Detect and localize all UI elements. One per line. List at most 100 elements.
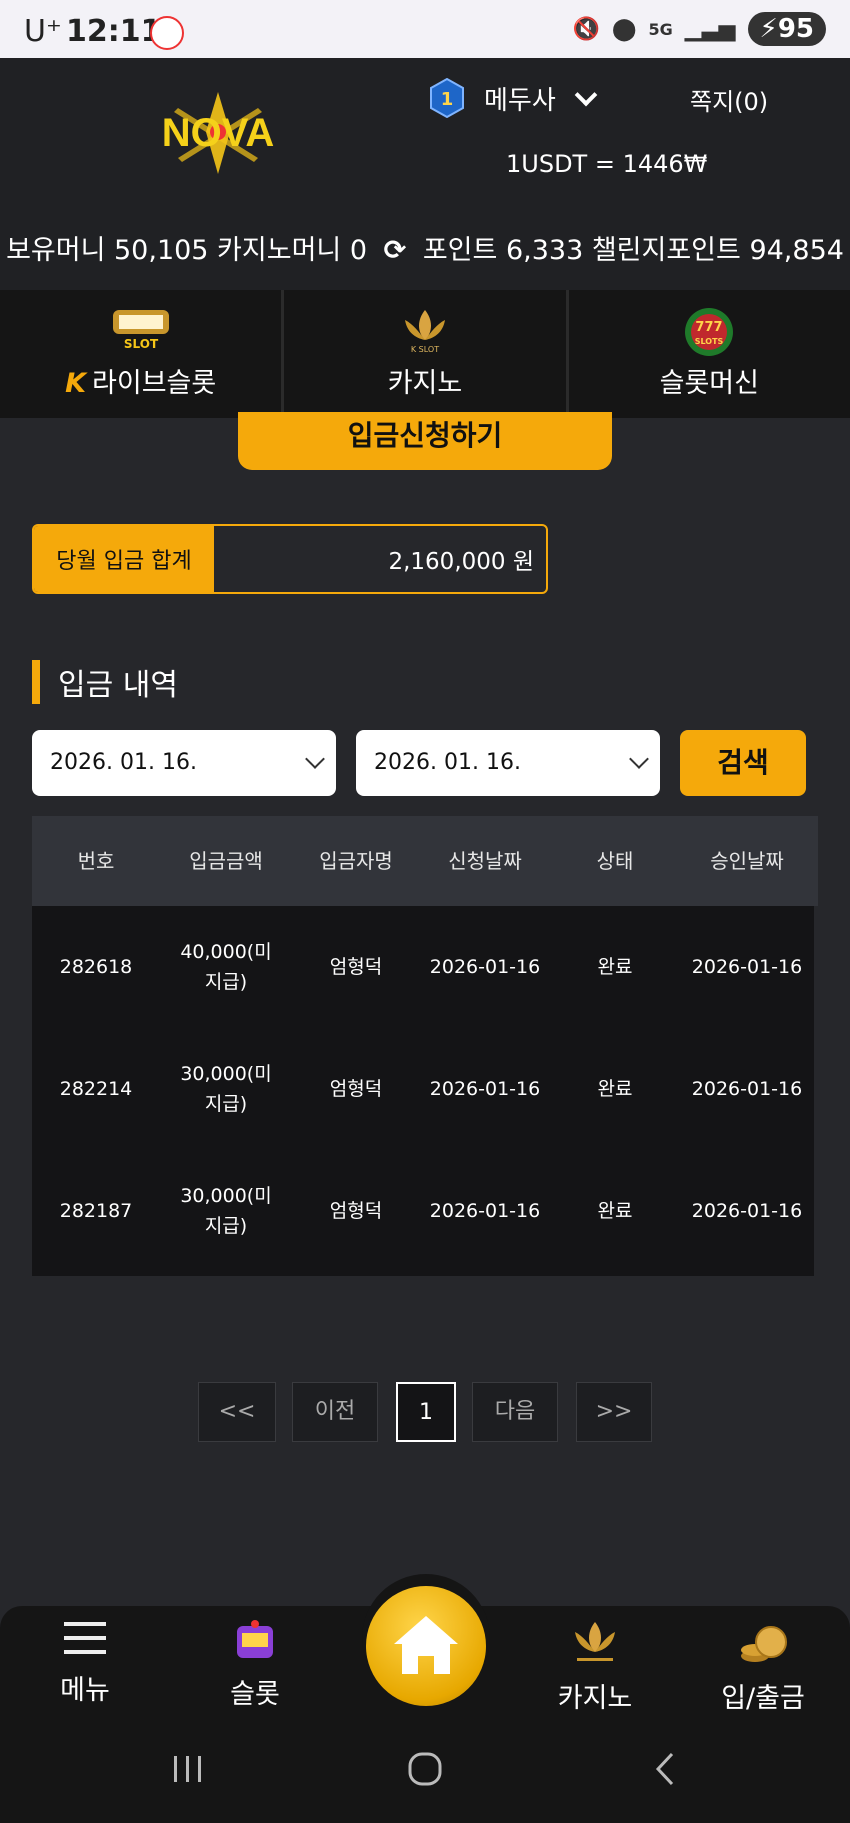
next-page-button[interactable]: 다음 <box>472 1382 558 1442</box>
cell-approval-date: 2026-01-16 <box>691 955 803 978</box>
cell-depositor: 엄형덕 <box>329 955 383 978</box>
nav-label: 슬롯 <box>230 1679 280 1710</box>
back-icon[interactable] <box>650 1750 680 1788</box>
k-prefix-icon: K <box>65 368 87 399</box>
page-title: 입금 내역 <box>58 668 178 703</box>
first-page-button[interactable]: << <box>198 1382 276 1442</box>
date-to-select[interactable]: 2026. 01. 16. <box>356 730 660 796</box>
column-header: 승인날짜 <box>710 849 784 873</box>
tab-live-slot[interactable]: SLOT K 라이브슬롯 <box>0 290 285 418</box>
nav-menu[interactable]: 메뉴 <box>25 1618 145 1707</box>
date-from-select[interactable]: 2026. 01. 16. <box>32 730 336 796</box>
slot-machine-icon <box>237 1620 273 1658</box>
status-icons: 🔇 ⬤ 5G ▁▃▅ ⚡95 <box>572 12 826 46</box>
cell-status: 완료 <box>597 955 633 978</box>
slot-machine-icon: SLOT <box>112 310 169 351</box>
rank-badge-icon: 1 <box>430 78 464 118</box>
status-bar: U⁺ 12:11 🔇 ⬤ 5G ▁▃▅ ⚡95 <box>0 0 850 58</box>
casino-icon-text: K SLOT <box>411 345 439 354</box>
svg-text:777: 777 <box>696 320 723 335</box>
tab-label: 카지노 <box>387 368 463 399</box>
carrier-label: U⁺ <box>24 14 62 49</box>
section-marker <box>32 660 40 704</box>
battery-indicator: ⚡95 <box>747 12 826 46</box>
nav-slot[interactable]: 슬롯 <box>195 1618 315 1711</box>
clock: 12:11 <box>66 14 162 49</box>
monthly-total-value: 2,160,000 원 <box>388 549 534 575</box>
slot-icon-text: SLOT <box>124 337 159 351</box>
lotus-casino-icon <box>575 1622 615 1661</box>
usdt-rate: 1USDT = 1446₩ <box>506 150 708 178</box>
chevron-down-icon <box>574 83 598 107</box>
cell-id: 282187 <box>59 1199 133 1222</box>
notification-app-icon <box>150 16 184 50</box>
cell-status: 완료 <box>597 1199 633 1222</box>
cell-id: 282214 <box>59 1077 133 1100</box>
tab-label: 슬롯머신 <box>659 368 759 399</box>
chevron-down-icon <box>629 749 649 769</box>
nav-label: 입/출금 <box>721 1683 805 1714</box>
deposit-request-button[interactable]: 입금신청하기 <box>238 412 612 470</box>
tab-slot-machine[interactable]: 777 SLOTS 슬롯머신 <box>569 290 850 418</box>
table-row: 282214 30,000(미지급) 엄형덕 2026-01-16 완료 202… <box>32 1028 814 1150</box>
rank-number: 1 <box>441 89 454 110</box>
cell-amount: 40,000(미지급) <box>180 940 272 993</box>
cell-amount: 30,000(미지급) <box>180 1184 272 1237</box>
monthly-total-label: 당월 입금 합계 <box>34 526 214 592</box>
cell-depositor: 엄형덕 <box>329 1077 383 1100</box>
tab-casino[interactable]: K SLOT 카지노 <box>284 290 569 418</box>
cell-status: 완료 <box>597 1077 633 1100</box>
cell-approval-date: 2026-01-16 <box>691 1199 803 1222</box>
nova-logo[interactable]: NOVA <box>138 88 298 178</box>
column-header: 입금금액 <box>189 849 263 873</box>
refresh-icon[interactable]: ⟳ <box>384 235 407 266</box>
cell-approval-date: 2026-01-16 <box>691 1077 803 1100</box>
nav-deposit-withdraw[interactable]: 입/출금 <box>703 1618 823 1715</box>
slots-icon-text: SLOTS <box>695 337 724 346</box>
hamburger-icon <box>64 1622 106 1654</box>
username: 메두사 <box>484 86 556 116</box>
brand-text: NOVA <box>162 111 275 155</box>
cell-request-date: 2026-01-16 <box>429 1199 541 1222</box>
nav-label: 메뉴 <box>60 1675 110 1706</box>
table-header: 번호 입금금액 입금자명 신청날짜 상태 승인날짜 <box>32 816 818 906</box>
table-row: 282618 40,000(미지급) 엄형덕 2026-01-16 완료 202… <box>32 906 814 1028</box>
last-page-button[interactable]: >> <box>576 1382 652 1442</box>
coins-icon <box>741 1626 787 1662</box>
home-icon <box>394 1616 458 1674</box>
date-from-value: 2026. 01. 16. <box>50 750 197 775</box>
recent-apps-icon[interactable] <box>170 1752 206 1786</box>
cell-amount: 30,000(미지급) <box>180 1062 272 1115</box>
nav-casino[interactable]: 카지노 <box>535 1618 655 1715</box>
battery-level: 95 <box>777 14 814 44</box>
mute-icon: 🔇 <box>572 16 600 42</box>
777-slots-icon: 777 SLOTS <box>685 308 734 356</box>
lotus-casino-icon: K SLOT <box>404 310 445 354</box>
user-menu[interactable]: 메두사 <box>484 80 598 117</box>
monthly-deposit-total: 당월 입금 합계 2,160,000 원 <box>32 524 548 594</box>
location-icon: ⬤ <box>611 16 637 42</box>
column-header: 상태 <box>596 849 634 873</box>
balance-text: 보유머니 50,105 카지노머니 0 <box>6 235 368 266</box>
table-body: 282618 40,000(미지급) 엄형덕 2026-01-16 완료 202… <box>32 906 814 1276</box>
table-row: 282187 30,000(미지급) 엄형덕 2026-01-16 완료 202… <box>32 1150 814 1272</box>
signal-icon: ▁▃▅ <box>684 16 736 42</box>
prev-page-button[interactable]: 이전 <box>292 1382 378 1442</box>
category-tabs: SLOT K 라이브슬롯 K SLOT 카지노 777 SLOTS 슬롯머신 <box>0 290 850 418</box>
home-circle-icon[interactable] <box>406 1750 444 1788</box>
page-1-button[interactable]: 1 <box>396 1382 456 1442</box>
cell-request-date: 2026-01-16 <box>429 955 541 978</box>
column-header: 번호 <box>77 849 115 873</box>
network-label: 5G <box>648 19 673 39</box>
column-header: 입금자명 <box>319 849 393 873</box>
home-button[interactable] <box>366 1586 486 1706</box>
search-button[interactable]: 검색 <box>680 730 806 796</box>
points-text: 포인트 6,333 챌린지포인트 94,854 <box>422 235 844 266</box>
column-header: 신청날짜 <box>448 849 522 873</box>
messages-link[interactable]: 쪽지(0) <box>690 82 768 117</box>
date-to-value: 2026. 01. 16. <box>374 750 521 775</box>
cell-request-date: 2026-01-16 <box>429 1077 541 1100</box>
cell-depositor: 엄형덕 <box>329 1199 383 1222</box>
cell-id: 282618 <box>59 955 133 978</box>
tab-label: 라이브슬롯 <box>92 368 217 399</box>
